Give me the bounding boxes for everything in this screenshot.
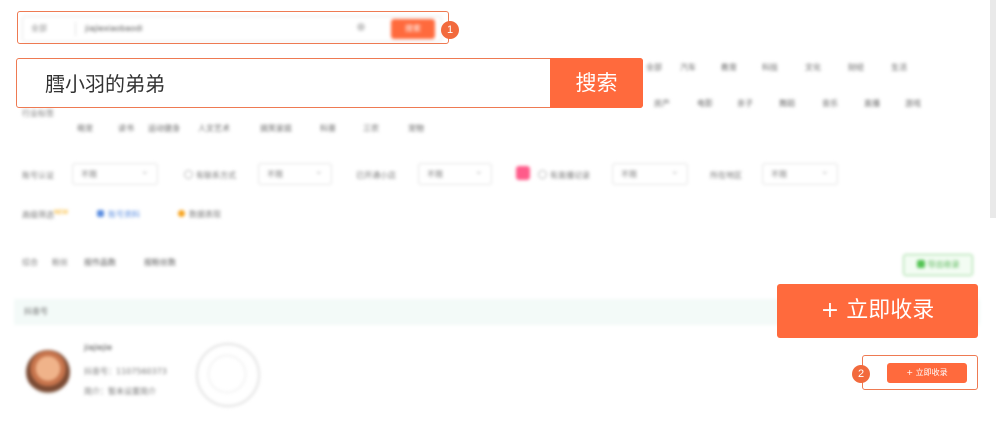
category-item[interactable]: 舞蹈 xyxy=(779,98,795,109)
category-item[interactable]: 教育 xyxy=(721,62,737,73)
category-item[interactable]: 汽车 xyxy=(680,62,696,73)
category-item[interactable]: 读书 xyxy=(118,123,134,134)
export-button[interactable]: 导出收录 xyxy=(903,254,973,276)
category-item[interactable]: 科技 xyxy=(762,62,778,73)
category-item[interactable]: 运动健身 xyxy=(148,123,180,134)
filter-label-live: 有直播记录 xyxy=(538,170,590,181)
excel-icon xyxy=(916,260,925,268)
collect-button[interactable]: + 立即收录 xyxy=(887,363,967,383)
scrollbar[interactable] xyxy=(990,0,996,218)
category-item[interactable]: 人文艺术 xyxy=(198,123,230,134)
category-label: 行业标签 xyxy=(22,109,54,118)
category-item[interactable]: 直播 xyxy=(864,98,880,109)
data-performance-option[interactable]: 数据表现 xyxy=(178,209,221,220)
account-name[interactable]: jiajiejie xyxy=(84,343,112,352)
live-icon xyxy=(516,166,530,180)
account-intro: 简介：暂未设置简介 xyxy=(84,387,156,396)
category-item[interactable]: 生活 xyxy=(891,62,907,73)
category-item[interactable]: 电影 xyxy=(697,98,713,109)
shop-select[interactable]: 不限 xyxy=(418,161,492,185)
category-item[interactable]: 亲子 xyxy=(737,98,753,109)
verified-stamp-icon xyxy=(196,343,260,407)
category-item[interactable]: 音乐 xyxy=(822,98,838,109)
zoomed-search-button[interactable]: 搜索 xyxy=(550,58,643,108)
region-select[interactable]: 不限 xyxy=(762,161,838,185)
category-item[interactable]: 文化 xyxy=(805,62,821,73)
category-item[interactable]: 科普 xyxy=(320,123,336,134)
contact-select[interactable]: 不限 xyxy=(258,161,332,185)
category-item[interactable]: 游戏 xyxy=(905,98,921,109)
category-item[interactable]: 宠物 xyxy=(408,123,424,134)
live-select[interactable]: 不限 xyxy=(612,161,688,185)
auth-select[interactable]: 不限 xyxy=(72,161,158,185)
category-item[interactable]: 房产 xyxy=(654,98,670,109)
sort-item[interactable]: 粉丝 xyxy=(52,257,68,268)
advanced-filter-label: 高级筛选NEW xyxy=(22,209,69,220)
sort-item[interactable]: 按作品数 xyxy=(84,257,116,268)
category-item[interactable]: 萌宠 xyxy=(77,123,93,134)
zoomed-search-input[interactable]: 膤小羽的弟弟 xyxy=(45,59,165,109)
zoomed-collect-button[interactable]: + 立即收录 xyxy=(777,284,978,338)
category-item[interactable]: 搞笑家庭 xyxy=(260,123,292,134)
category-item[interactable]: 全部 xyxy=(646,62,662,73)
callout-search-highlight xyxy=(17,11,449,44)
sort-item[interactable]: 按粉丝数 xyxy=(144,257,176,268)
avatar xyxy=(26,350,70,394)
step-badge-1: 1 xyxy=(441,21,459,39)
filter-label-shop: 已开通小店 xyxy=(356,171,396,180)
account-id: 抖音号：1107560373 xyxy=(84,367,167,376)
account-info-option[interactable]: 账号资料 xyxy=(97,209,140,220)
category-item[interactable]: 三农 xyxy=(363,123,379,134)
filter-label-auth: 账号认证 xyxy=(22,171,54,180)
step-badge-2: 2 xyxy=(852,365,870,383)
sort-item[interactable]: 综合 xyxy=(22,257,38,268)
filter-label-region: 所在地区 xyxy=(710,171,742,180)
zoomed-search-bar: 膤小羽的弟弟 搜索 xyxy=(16,58,643,108)
filter-label-contact: 有联系方式 xyxy=(184,170,236,181)
category-item[interactable]: 财经 xyxy=(848,62,864,73)
